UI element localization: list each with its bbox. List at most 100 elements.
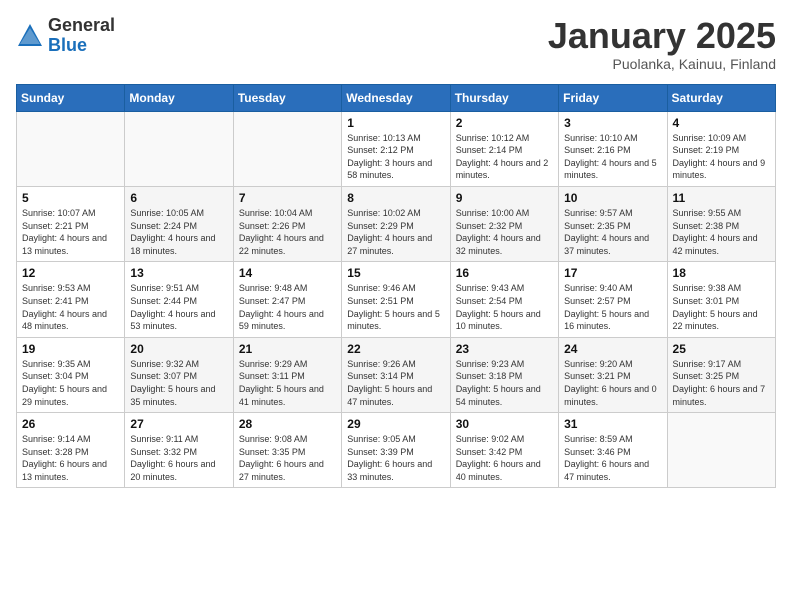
calendar-cell: 22 Sunrise: 9:26 AM Sunset: 3:14 PM Dayli… <box>342 337 450 412</box>
calendar-week-row: 1Sunrise: 10:13 AM Sunset: 2:12 PM Dayli… <box>17 111 776 186</box>
calendar-cell: 26 Sunrise: 9:14 AM Sunset: 3:28 PM Dayli… <box>17 413 125 488</box>
day-number: 30 <box>456 417 553 431</box>
calendar-cell: 1Sunrise: 10:13 AM Sunset: 2:12 PM Dayli… <box>342 111 450 186</box>
day-detail: Sunrise: 10:12 AM Sunset: 2:14 PM Daylig… <box>456 132 553 182</box>
calendar-cell: 28 Sunrise: 9:08 AM Sunset: 3:35 PM Dayli… <box>233 413 341 488</box>
calendar-cell: 25 Sunrise: 9:17 AM Sunset: 3:25 PM Dayli… <box>667 337 775 412</box>
day-detail: Sunrise: 10:13 AM Sunset: 2:12 PM Daylig… <box>347 132 444 182</box>
calendar-cell: 16 Sunrise: 9:43 AM Sunset: 2:54 PM Dayli… <box>450 262 558 337</box>
calendar-cell: 19 Sunrise: 9:35 AM Sunset: 3:04 PM Dayli… <box>17 337 125 412</box>
calendar-cell: 3Sunrise: 10:10 AM Sunset: 2:16 PM Dayli… <box>559 111 667 186</box>
calendar-cell: 20Sunrise: 9:32 AM Sunset: 3:07 PM Dayli… <box>125 337 233 412</box>
calendar-cell <box>667 413 775 488</box>
page-header: General Blue January 2025 Puolanka, Kain… <box>16 16 776 72</box>
logo: General Blue <box>16 16 115 56</box>
day-number: 26 <box>22 417 119 431</box>
calendar-cell: 30 Sunrise: 9:02 AM Sunset: 3:42 PM Dayli… <box>450 413 558 488</box>
day-number: 9 <box>456 191 553 205</box>
calendar-week-row: 12Sunrise: 9:53 AM Sunset: 2:41 PM Dayli… <box>17 262 776 337</box>
day-detail: Sunrise: 9:38 AM Sunset: 3:01 PM Dayligh… <box>673 282 770 332</box>
day-number: 22 <box>347 342 444 356</box>
day-number: 25 <box>673 342 770 356</box>
day-detail: Sunrise: 9:14 AM Sunset: 3:28 PM Dayligh… <box>22 433 119 483</box>
logo-icon <box>16 22 44 50</box>
day-detail: Sunrise: 9:43 AM Sunset: 2:54 PM Dayligh… <box>456 282 553 332</box>
calendar-week-row: 19 Sunrise: 9:35 AM Sunset: 3:04 PM Dayli… <box>17 337 776 412</box>
day-detail: Sunrise: 10:07 AM Sunset: 2:21 PM Daylig… <box>22 207 119 257</box>
day-detail: Sunrise: 9:02 AM Sunset: 3:42 PM Dayligh… <box>456 433 553 483</box>
day-number: 19 <box>22 342 119 356</box>
calendar-cell: 17Sunrise: 9:40 AM Sunset: 2:57 PM Dayli… <box>559 262 667 337</box>
calendar-cell: 4 Sunrise: 10:09 AM Sunset: 2:19 PM Dayli… <box>667 111 775 186</box>
day-detail: Sunrise: 9:48 AM Sunset: 2:47 PM Dayligh… <box>239 282 336 332</box>
day-number: 8 <box>347 191 444 205</box>
day-number: 17 <box>564 266 661 280</box>
calendar-cell: 21 Sunrise: 9:29 AM Sunset: 3:11 PM Dayli… <box>233 337 341 412</box>
day-number: 5 <box>22 191 119 205</box>
weekday-header-thursday: Thursday <box>450 84 558 111</box>
month-title: January 2025 <box>548 16 776 56</box>
day-detail: Sunrise: 10:02 AM Sunset: 2:29 PM Daylig… <box>347 207 444 257</box>
day-number: 24 <box>564 342 661 356</box>
day-detail: Sunrise: 9:51 AM Sunset: 2:44 PM Dayligh… <box>130 282 227 332</box>
weekday-header-tuesday: Tuesday <box>233 84 341 111</box>
calendar-table: SundayMondayTuesdayWednesdayThursdayFrid… <box>16 84 776 489</box>
calendar-cell: 18Sunrise: 9:38 AM Sunset: 3:01 PM Dayli… <box>667 262 775 337</box>
calendar-cell <box>125 111 233 186</box>
day-number: 14 <box>239 266 336 280</box>
day-detail: Sunrise: 10:00 AM Sunset: 2:32 PM Daylig… <box>456 207 553 257</box>
day-detail: Sunrise: 9:57 AM Sunset: 2:35 PM Dayligh… <box>564 207 661 257</box>
day-number: 16 <box>456 266 553 280</box>
logo-general-text: General <box>48 16 115 36</box>
weekday-header-monday: Monday <box>125 84 233 111</box>
location-text: Puolanka, Kainuu, Finland <box>548 56 776 72</box>
day-detail: Sunrise: 9:46 AM Sunset: 2:51 PM Dayligh… <box>347 282 444 332</box>
calendar-cell: 6 Sunrise: 10:05 AM Sunset: 2:24 PM Dayli… <box>125 186 233 261</box>
calendar-cell: 9 Sunrise: 10:00 AM Sunset: 2:32 PM Dayli… <box>450 186 558 261</box>
calendar-week-row: 5 Sunrise: 10:07 AM Sunset: 2:21 PM Dayli… <box>17 186 776 261</box>
title-block: January 2025 Puolanka, Kainuu, Finland <box>548 16 776 72</box>
calendar-cell: 12Sunrise: 9:53 AM Sunset: 2:41 PM Dayli… <box>17 262 125 337</box>
day-detail: Sunrise: 8:59 AM Sunset: 3:46 PM Dayligh… <box>564 433 661 483</box>
day-detail: Sunrise: 9:11 AM Sunset: 3:32 PM Dayligh… <box>130 433 227 483</box>
day-detail: Sunrise: 9:29 AM Sunset: 3:11 PM Dayligh… <box>239 358 336 408</box>
calendar-cell: 11Sunrise: 9:55 AM Sunset: 2:38 PM Dayli… <box>667 186 775 261</box>
calendar-cell: 24Sunrise: 9:20 AM Sunset: 3:21 PM Dayli… <box>559 337 667 412</box>
day-number: 4 <box>673 116 770 130</box>
day-number: 23 <box>456 342 553 356</box>
calendar-cell: 27 Sunrise: 9:11 AM Sunset: 3:32 PM Dayli… <box>125 413 233 488</box>
day-number: 31 <box>564 417 661 431</box>
weekday-header-wednesday: Wednesday <box>342 84 450 111</box>
day-detail: Sunrise: 10:05 AM Sunset: 2:24 PM Daylig… <box>130 207 227 257</box>
weekday-header-sunday: Sunday <box>17 84 125 111</box>
calendar-cell: 5 Sunrise: 10:07 AM Sunset: 2:21 PM Dayli… <box>17 186 125 261</box>
calendar-cell: 8 Sunrise: 10:02 AM Sunset: 2:29 PM Dayli… <box>342 186 450 261</box>
calendar-cell: 29Sunrise: 9:05 AM Sunset: 3:39 PM Dayli… <box>342 413 450 488</box>
day-number: 27 <box>130 417 227 431</box>
day-detail: Sunrise: 9:26 AM Sunset: 3:14 PM Dayligh… <box>347 358 444 408</box>
day-number: 10 <box>564 191 661 205</box>
day-detail: Sunrise: 9:05 AM Sunset: 3:39 PM Dayligh… <box>347 433 444 483</box>
logo-blue-text: Blue <box>48 36 115 56</box>
day-detail: Sunrise: 10:09 AM Sunset: 2:19 PM Daylig… <box>673 132 770 182</box>
calendar-cell: 2 Sunrise: 10:12 AM Sunset: 2:14 PM Dayli… <box>450 111 558 186</box>
day-detail: Sunrise: 9:35 AM Sunset: 3:04 PM Dayligh… <box>22 358 119 408</box>
calendar-cell <box>233 111 341 186</box>
day-detail: Sunrise: 9:23 AM Sunset: 3:18 PM Dayligh… <box>456 358 553 408</box>
day-number: 21 <box>239 342 336 356</box>
weekday-header-friday: Friday <box>559 84 667 111</box>
day-detail: Sunrise: 9:53 AM Sunset: 2:41 PM Dayligh… <box>22 282 119 332</box>
calendar-week-row: 26 Sunrise: 9:14 AM Sunset: 3:28 PM Dayli… <box>17 413 776 488</box>
day-number: 15 <box>347 266 444 280</box>
day-number: 6 <box>130 191 227 205</box>
day-number: 28 <box>239 417 336 431</box>
day-detail: Sunrise: 9:08 AM Sunset: 3:35 PM Dayligh… <box>239 433 336 483</box>
logo-text: General Blue <box>48 16 115 56</box>
day-detail: Sunrise: 9:17 AM Sunset: 3:25 PM Dayligh… <box>673 358 770 408</box>
day-number: 3 <box>564 116 661 130</box>
day-number: 20 <box>130 342 227 356</box>
day-detail: Sunrise: 9:55 AM Sunset: 2:38 PM Dayligh… <box>673 207 770 257</box>
calendar-header-row: SundayMondayTuesdayWednesdayThursdayFrid… <box>17 84 776 111</box>
day-number: 2 <box>456 116 553 130</box>
day-number: 7 <box>239 191 336 205</box>
